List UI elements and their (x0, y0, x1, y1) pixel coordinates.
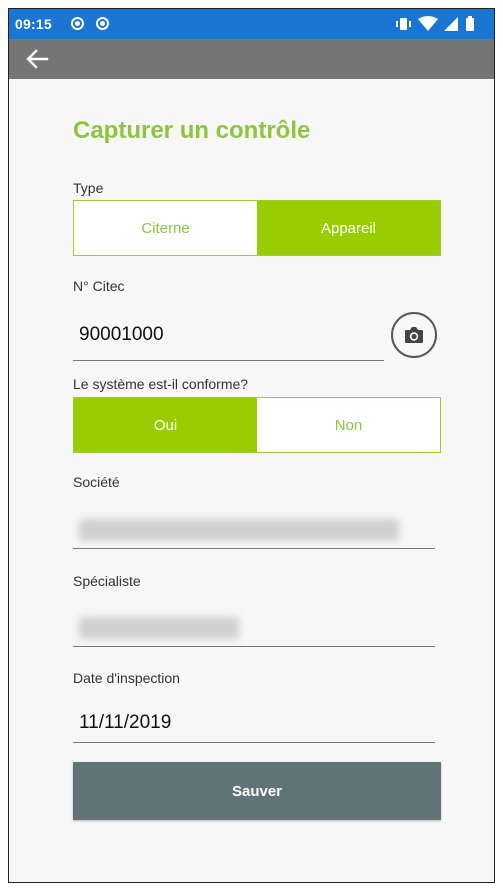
conform-selector: Oui Non (73, 397, 441, 453)
societe-label: Société (73, 474, 120, 490)
arrow-left-icon[interactable] (25, 48, 49, 70)
specialiste-input[interactable] (73, 607, 435, 647)
wifi-icon (418, 16, 438, 31)
camera-icon (405, 327, 423, 343)
battery-icon (466, 16, 474, 31)
specialiste-label: Spécialiste (73, 573, 141, 589)
type-selector: Citerne Appareil (73, 200, 441, 256)
chrome-icon (96, 17, 109, 30)
signal-icon (444, 17, 458, 31)
page-title: Capturer un contrôle (73, 117, 311, 144)
date-label: Date d'inspection (73, 670, 180, 686)
citec-label: N° Citec (73, 278, 125, 294)
save-button[interactable]: Sauver (73, 762, 441, 820)
type-label: Type (73, 180, 104, 196)
vibrate-icon (396, 18, 411, 30)
chrome-icon (71, 17, 84, 30)
type-option-citerne[interactable]: Citerne (74, 201, 257, 255)
specialiste-redacted-value (79, 617, 239, 639)
date-input[interactable] (73, 703, 435, 743)
app-bar (9, 39, 494, 79)
status-bar: 09:15 (9, 9, 494, 39)
conform-label: Le système est-il conforme? (73, 376, 249, 392)
citec-input[interactable] (73, 309, 384, 361)
status-time: 09:15 (15, 16, 52, 32)
phone-screen: 09:15 Capturer un contrôle Type Citerne … (8, 8, 495, 883)
status-icons (396, 15, 488, 33)
societe-input[interactable] (73, 509, 435, 549)
conform-option-non[interactable]: Non (257, 398, 440, 452)
camera-button[interactable] (391, 312, 437, 358)
type-option-appareil[interactable]: Appareil (257, 201, 440, 255)
societe-redacted-value (79, 519, 399, 541)
conform-option-oui[interactable]: Oui (74, 398, 257, 452)
